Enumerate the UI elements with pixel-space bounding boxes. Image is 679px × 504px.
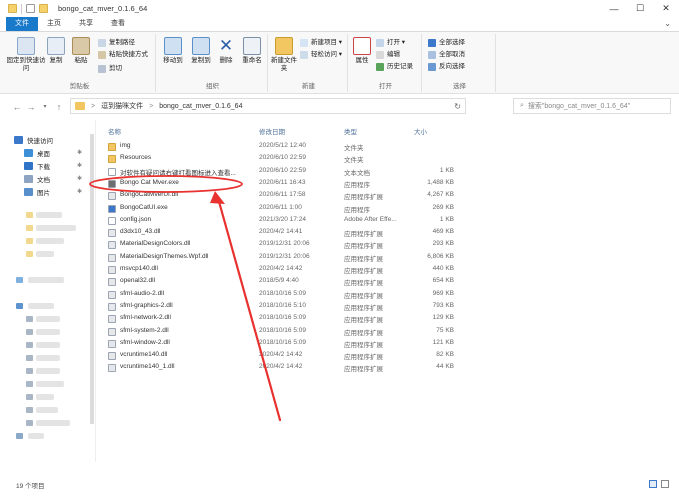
annotation-arrow-shaft <box>216 196 282 422</box>
annotation-overlay <box>89 175 282 422</box>
highlight-circle <box>89 175 243 193</box>
annotation-arrow-head <box>210 191 225 204</box>
